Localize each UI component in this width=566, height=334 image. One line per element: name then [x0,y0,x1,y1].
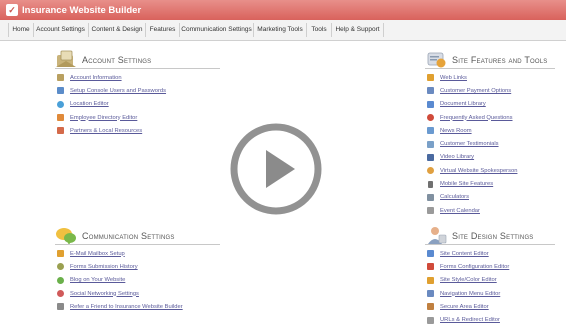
content-icon [427,250,434,258]
section-title: Site Features and Tools [452,55,548,65]
list-item[interactable]: Setup Console Users and Passwords [57,84,166,97]
list-item[interactable]: News Room [427,124,517,137]
account-settings-list: Account Information Setup Console Users … [57,71,166,137]
site-features-list: Web Links Customer Payment Options Docum… [427,71,517,217]
nav-help-support[interactable]: Help & Support [332,23,384,37]
palette-icon [427,276,434,284]
handshake-icon [57,127,64,135]
site-features-section: Site Features and Tools Web Links Custom… [425,51,555,215]
communication-settings-icon [56,228,76,245]
help-icon [427,114,434,122]
document-icon [427,100,434,108]
list-item[interactable]: Partners & Local Resources [57,124,166,137]
globe-icon [57,100,64,108]
nav-marketing-tools[interactable]: Marketing Tools [254,23,307,37]
refer-icon [57,303,64,311]
nav-content-design[interactable]: Content & Design [89,23,146,37]
list-item[interactable]: Refer a Friend to Insurance Website Buil… [57,300,183,313]
brand[interactable]: ✓ Insurance Website Builder [6,3,141,17]
list-item[interactable]: Frequently Asked Questions [427,111,517,124]
list-item[interactable]: Blog on Your Website [57,274,183,287]
list-item[interactable]: Site Content Editor [427,247,509,260]
nav-communication-settings[interactable]: Communication Settings [180,23,254,37]
video-icon [427,153,434,161]
list-item[interactable]: Customer Testimonials [427,137,517,150]
spokesperson-icon [427,167,434,175]
list-item[interactable]: Forms Configuration Editor [427,260,509,273]
nav-home[interactable]: Home [8,23,34,37]
folder-icon [57,74,64,82]
mailbox-icon [57,250,64,258]
nav-account-settings[interactable]: Account Settings [33,23,89,37]
card-icon [427,87,434,95]
chat-icon [427,140,434,148]
app-header: ✓ Insurance Website Builder [0,0,566,20]
news-icon [427,127,434,135]
list-item[interactable]: Social Networking Settings [57,287,183,300]
list-item[interactable]: Forms Submission History [57,260,183,273]
site-design-list: Site Content Editor Forms Configuration … [427,247,509,327]
play-icon[interactable] [229,122,323,216]
site-design-section: Site Design Settings Site Content Editor… [425,227,555,324]
list-item[interactable]: Document Library [427,98,517,111]
list-item[interactable]: Location Editor [57,98,166,111]
list-item[interactable]: Customer Payment Options [427,84,517,97]
list-item[interactable]: URLs & Redirect Editor [427,313,509,326]
section-title: Account Settings [82,55,152,65]
nav-features[interactable]: Features [146,23,180,37]
list-item[interactable]: Site Style/Color Editor [427,274,509,287]
app-title: Insurance Website Builder [22,4,142,16]
main-nav: Home Account Settings Content & Design F… [0,20,566,41]
blog-icon [57,276,64,284]
list-item[interactable]: Calculators [427,191,517,204]
mobile-icon [428,180,433,188]
communication-settings-section: Communication Settings E-Mail Mailbox Se… [55,227,220,311]
users-icon [57,87,64,95]
site-features-icon [427,52,446,68]
account-settings-icon [56,50,76,67]
list-item[interactable]: Secure Area Editor [427,300,509,313]
person-icon [57,114,64,122]
lock-icon [427,303,434,311]
social-icon [57,290,64,298]
list-item[interactable]: Web Links [427,71,517,84]
url-icon [427,316,434,324]
site-design-icon [428,227,447,244]
account-settings-section: Account Settings Account Information Set… [55,50,220,135]
section-title: Communication Settings [82,231,175,241]
link-icon [427,74,434,82]
list-item[interactable]: Navigation Menu Editor [427,287,509,300]
list-item[interactable]: Mobile Site Features [427,177,517,190]
list-item[interactable]: Event Calendar [427,204,517,217]
calculator-icon [427,193,434,201]
calendar-icon [427,207,434,215]
forms-icon [427,263,434,271]
logo-icon: ✓ [6,4,18,16]
list-item[interactable]: Employee Directory Editor [57,111,166,124]
menu-icon [427,290,434,298]
history-icon [57,263,64,271]
communication-settings-list: E-Mail Mailbox Setup Forms Submission Hi… [57,247,183,313]
nav-tools[interactable]: Tools [307,23,332,37]
list-item[interactable]: Account Information [57,71,166,84]
list-item[interactable]: E-Mail Mailbox Setup [57,247,183,260]
list-item[interactable]: Virtual Website Spokesperson [427,164,517,177]
list-item[interactable]: Video Library [427,151,517,164]
section-title: Site Design Settings [452,231,534,241]
